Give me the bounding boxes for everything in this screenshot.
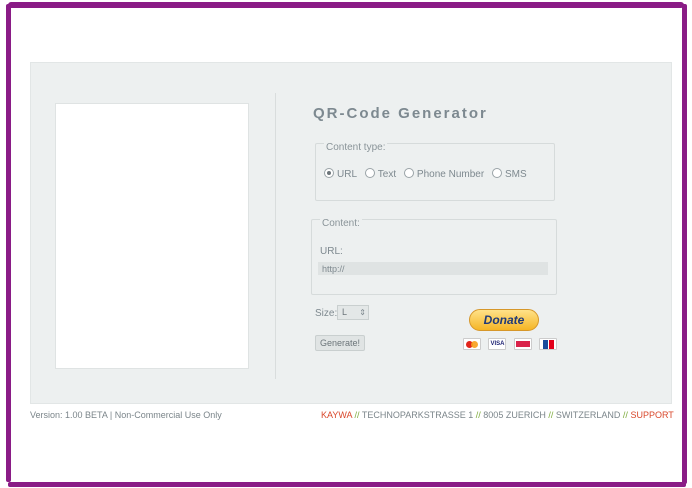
frame-left-border bbox=[6, 4, 11, 482]
content-type-radios: URL Text Phone Number SMS bbox=[324, 168, 532, 180]
radio-phone-number-label[interactable]: Phone Number bbox=[417, 169, 484, 180]
url-label: URL: bbox=[320, 246, 343, 257]
generate-button[interactable]: Generate! bbox=[315, 335, 365, 351]
panel-divider bbox=[275, 93, 276, 379]
frame-right-border bbox=[682, 4, 687, 484]
mastercard-icon bbox=[463, 338, 481, 350]
radio-phone-number[interactable] bbox=[403, 168, 414, 178]
version-info: Version: 1.00 BETA | Non-Commercial Use … bbox=[30, 410, 222, 420]
frame-bottom-border bbox=[8, 482, 686, 487]
generator-panel: QR-Code Generator Content type: URL Text… bbox=[30, 62, 672, 404]
footer-separator: // bbox=[622, 410, 628, 420]
radio-sms[interactable] bbox=[491, 168, 502, 178]
footer-separator: // bbox=[475, 410, 481, 420]
visa-icon: VISA bbox=[488, 338, 507, 350]
size-label: Size: bbox=[315, 308, 338, 319]
footer-separator: // bbox=[548, 410, 554, 420]
radio-url-label[interactable]: URL bbox=[337, 169, 357, 180]
page-title: QR-Code Generator bbox=[313, 105, 488, 122]
content-legend: Content: bbox=[320, 218, 362, 229]
payment-cards: VISA bbox=[463, 338, 560, 352]
company-link[interactable]: KAYWA bbox=[321, 410, 352, 420]
postfinance-icon bbox=[513, 338, 532, 350]
footer-separator: // bbox=[354, 410, 360, 420]
size-select-value: L bbox=[342, 307, 348, 317]
size-select[interactable]: L ⇕ bbox=[337, 305, 369, 320]
radio-sms-label[interactable]: SMS bbox=[505, 169, 527, 180]
donate-button[interactable]: Donate bbox=[469, 309, 539, 331]
footer-address: KAYWA // TECHNOPARKSTRASSE 1 // 8005 ZUE… bbox=[321, 410, 674, 420]
footer-city: 8005 ZUERICH bbox=[483, 410, 546, 420]
radio-url[interactable] bbox=[324, 168, 334, 178]
content-type-group: Content type: URL Text Phone Number SMS bbox=[315, 142, 555, 201]
footer-country: SWITZERLAND bbox=[555, 410, 621, 420]
footer-street: TECHNOPARKSTRASSE 1 bbox=[361, 410, 474, 420]
select-arrows-icon: ⇕ bbox=[359, 308, 366, 317]
frame-top-border bbox=[8, 2, 684, 8]
qr-code-preview bbox=[55, 103, 249, 369]
radio-text[interactable] bbox=[364, 168, 375, 178]
url-input[interactable] bbox=[318, 262, 548, 275]
radio-text-label[interactable]: Text bbox=[378, 169, 396, 180]
content-type-legend: Content type: bbox=[324, 142, 388, 153]
support-link[interactable]: SUPPORT bbox=[630, 410, 673, 420]
ec-icon bbox=[539, 338, 558, 350]
content-group: Content: URL: bbox=[311, 218, 557, 295]
